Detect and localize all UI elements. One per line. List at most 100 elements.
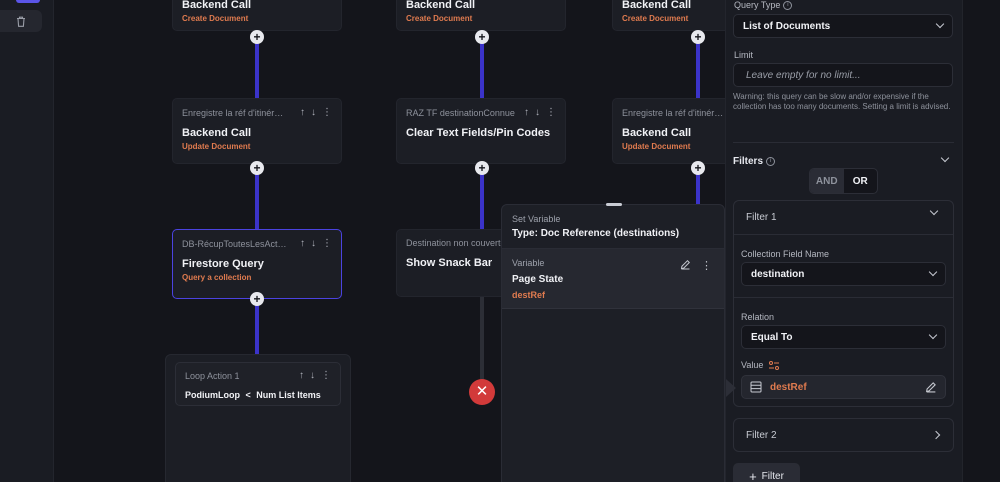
move-up-icon[interactable]: ↑	[299, 370, 304, 381]
move-down-icon[interactable]: ↓	[535, 107, 540, 118]
connector-line	[696, 36, 700, 106]
limit-input[interactable]: Leave empty for no limit...	[733, 63, 953, 87]
more-icon[interactable]: ⋮	[322, 107, 332, 118]
action-node[interactable]: Backend Call Create Document	[612, 0, 725, 31]
relation-label: Relation	[741, 312, 775, 322]
trash-button[interactable]	[0, 10, 42, 32]
loop-operator: <	[245, 390, 251, 400]
add-action-button[interactable]: +	[691, 30, 705, 44]
node-type: Create Document	[182, 14, 249, 23]
node-subtitle: RAZ TF destinationConnue	[406, 107, 515, 118]
move-down-icon[interactable]: ↓	[310, 370, 315, 381]
delete-branch-button[interactable]: ✕	[469, 379, 495, 405]
action-node[interactable]: Backend Call Create Document	[396, 0, 566, 31]
move-up-icon[interactable]: ↑	[300, 107, 305, 118]
variable-settings-icon[interactable]	[768, 361, 779, 371]
node-subtitle: DB-RécupToutesLesActivi...	[182, 238, 287, 249]
relation-value: Equal To	[751, 331, 793, 343]
limit-warning: Warning: this query can be slow and/or e…	[733, 92, 951, 111]
variable-row[interactable]: Variable ⋮ Page State destRef	[502, 249, 724, 309]
add-action-button[interactable]: +	[250, 292, 264, 306]
filter-1-title: Filter 1	[746, 212, 777, 223]
more-icon[interactable]: ⋮	[321, 370, 331, 381]
chevron-down-icon	[928, 267, 938, 277]
and-or-toggle[interactable]: AND OR	[809, 168, 878, 194]
action-node-selected[interactable]: DB-RécupToutesLesActivi... ↑ ↓ ⋮ Firestore…	[172, 229, 342, 299]
action-node[interactable]: RAZ TF destinationConnue ↑ ↓ ⋮ Clear Text …	[396, 98, 566, 164]
limit-label: Limit	[734, 50, 754, 60]
loop-limit: Num List Items	[256, 390, 321, 400]
node-subtitle: Loop Action 1	[185, 370, 240, 381]
variable-title: Page State	[512, 274, 564, 285]
add-action-button[interactable]: +	[250, 30, 264, 44]
node-title: Backend Call	[622, 0, 692, 11]
query-type-dropdown[interactable]: List of Documents	[733, 14, 953, 38]
node-title: Clear Text Fields/Pin Codes	[406, 127, 551, 139]
node-subtitle: Enregistre la réf d'itinérair...	[182, 107, 287, 118]
chevron-down-icon	[928, 330, 938, 340]
connector-line	[255, 165, 259, 235]
drag-handle[interactable]	[606, 203, 622, 206]
filter-2-title: Filter 2	[746, 429, 777, 441]
relation-dropdown[interactable]: Equal To	[741, 325, 946, 349]
move-up-icon[interactable]: ↑	[300, 238, 305, 249]
action-node[interactable]: Enregistre la réf d'itinérair... ↑ ↓ ⋮ Bac…	[172, 98, 342, 164]
node-title: Backend Call	[406, 0, 476, 11]
value-field[interactable]: destRef	[741, 375, 946, 399]
pointer-arrow	[726, 379, 736, 397]
add-action-button[interactable]: +	[475, 30, 489, 44]
node-type: Update Document	[182, 142, 251, 151]
move-up-icon[interactable]: ↑	[524, 107, 529, 118]
node-type: Update Document	[622, 142, 691, 151]
node-type: Query a collection	[182, 273, 252, 282]
node-type: Create Document	[406, 14, 473, 23]
chevron-right-icon	[931, 430, 941, 440]
more-icon[interactable]: ⋮	[322, 238, 332, 249]
divider	[733, 142, 954, 143]
move-down-icon[interactable]: ↓	[311, 107, 316, 118]
loop-variable: PodiumLoop	[185, 390, 240, 400]
action-node[interactable]: Backend Call Create Document	[172, 0, 342, 31]
field-name-dropdown[interactable]: destination	[741, 262, 946, 286]
value-label: Value	[741, 360, 779, 371]
plus-icon: +	[749, 468, 757, 482]
node-subtitle: Destination non couverte	[406, 238, 506, 248]
add-action-button[interactable]: +	[250, 161, 264, 175]
or-option[interactable]: OR	[844, 169, 878, 193]
filter-2-row[interactable]: Filter 2	[733, 418, 954, 452]
edit-icon[interactable]	[925, 381, 937, 393]
filters-title: Filters i	[733, 156, 776, 167]
add-filter-label: Filter	[761, 470, 784, 482]
connector-line	[255, 298, 259, 362]
node-title: Backend Call	[182, 127, 252, 139]
more-icon[interactable]: ⋮	[701, 259, 712, 272]
query-type-value: List of Documents	[743, 20, 831, 32]
action-node[interactable]: Enregistre la réf d'itinérair... ↑↓⋮ Bac…	[612, 98, 725, 164]
divider	[734, 297, 953, 298]
connector-line	[480, 36, 484, 106]
node-type: Create Document	[622, 14, 689, 23]
move-down-icon[interactable]: ↓	[311, 238, 316, 249]
popup-subtitle: Set Variable	[512, 214, 561, 224]
more-icon[interactable]: ⋮	[546, 107, 556, 118]
add-filter-button[interactable]: + Filter	[733, 463, 800, 482]
panel-gutter	[962, 0, 1000, 482]
and-option[interactable]: AND	[810, 169, 844, 193]
info-icon[interactable]: i	[783, 1, 793, 11]
popup-title: Type: Doc Reference (destinations)	[512, 228, 680, 239]
table-icon	[750, 381, 762, 393]
loop-action-node[interactable]: Loop Action 1 ↑ ↓ ⋮ PodiumLoop < Num List …	[175, 362, 341, 406]
set-variable-popup: Set Variable Type: Doc Reference (destin…	[501, 203, 725, 482]
field-name-label: Collection Field Name	[741, 249, 830, 259]
add-action-button[interactable]: +	[691, 161, 705, 175]
node-title: Firestore Query	[182, 258, 264, 270]
divider	[734, 234, 953, 235]
trash-icon	[17, 16, 25, 27]
node-title: Backend Call	[182, 0, 252, 11]
edit-icon[interactable]	[680, 259, 691, 270]
query-type-label: Query Type i	[734, 0, 793, 11]
info-icon[interactable]: i	[766, 156, 776, 166]
value-text: destRef	[770, 381, 807, 393]
add-action-button[interactable]: +	[475, 161, 489, 175]
variable-value: destRef	[512, 290, 546, 300]
